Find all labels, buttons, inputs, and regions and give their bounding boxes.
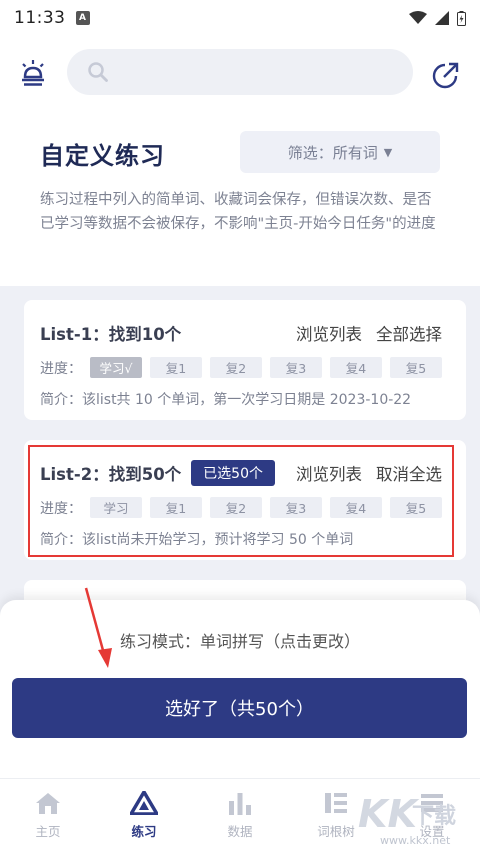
watermark: KK 下载 www.kkx.net [352,790,480,852]
stage-chip: 学习√ [90,357,142,378]
filter-dropdown[interactable]: 筛选：所有词 ▼ [240,131,440,173]
stage-chip: 复3 [270,357,322,378]
annotation-arrow-icon [84,587,112,668]
watermark-text: 下载 [412,804,457,829]
nav-practice[interactable]: 练习 [96,779,192,852]
status-icons [409,10,466,26]
alarm-light-icon[interactable] [16,57,50,91]
nav-label: 数据 [227,824,253,839]
stats-icon [229,793,251,815]
watermark-url: www.kkx.net [380,834,451,847]
watermark-brand: KK [358,792,417,836]
stage-chip: 复4 [330,357,382,378]
page-description: 练习过程中列入的简单词、收藏词会保存，但错误次数、是否已学习等数据不会被保存，不… [40,192,436,232]
search-icon [88,62,108,82]
tree-icon [325,793,347,813]
list-intro: 简介：该list共 10 个单词，第一次学习日期是 2023-10-22 [40,392,412,408]
nav-home[interactable]: 主页 [0,779,96,852]
home-icon [36,793,60,814]
status-bar: 11:33 A [0,0,480,36]
practice-icon [130,791,158,815]
nav-stats[interactable]: 数据 [192,779,288,852]
page-title: 自定义练习 [40,142,165,170]
select-all-button[interactable]: 全部选择 [376,321,442,345]
nav-label: 词根树 [317,824,355,839]
status-time: 11:33 [14,8,66,28]
top-bar [0,36,480,112]
progress-row: 进度： 学习√ 复1 复2 复3 复4 复5 [40,357,442,378]
practice-mode-selector[interactable]: 练习模式：单词拼写（点击更改） [0,628,480,652]
filter-label: 筛选：所有词 [287,143,378,162]
confirm-button[interactable]: 选好了（共50个） [12,678,467,738]
stage-chip: 复5 [390,357,442,378]
sim-icon: A [75,11,90,25]
browse-list-button[interactable]: 浏览列表 [296,321,362,345]
nav-label: 练习 [131,824,157,839]
nav-label: 主页 [35,824,61,839]
search-input[interactable] [67,49,413,95]
stage-chip: 复1 [150,357,202,378]
wifi-icon [409,11,427,24]
list-name: List-1：找到10个 [40,325,182,344]
external-link-icon[interactable] [430,59,462,91]
progress-label: 进度： [40,360,82,377]
signal-icon [435,11,449,25]
battery-icon [457,10,466,26]
list-card-1: List-1：找到10个 浏览列表 全部选择 进度： 学习√ 复1 复2 复3 … [24,300,466,420]
highlight-box [28,445,454,557]
stage-chip: 复2 [210,357,262,378]
chevron-down-icon: ▼ [383,145,393,159]
